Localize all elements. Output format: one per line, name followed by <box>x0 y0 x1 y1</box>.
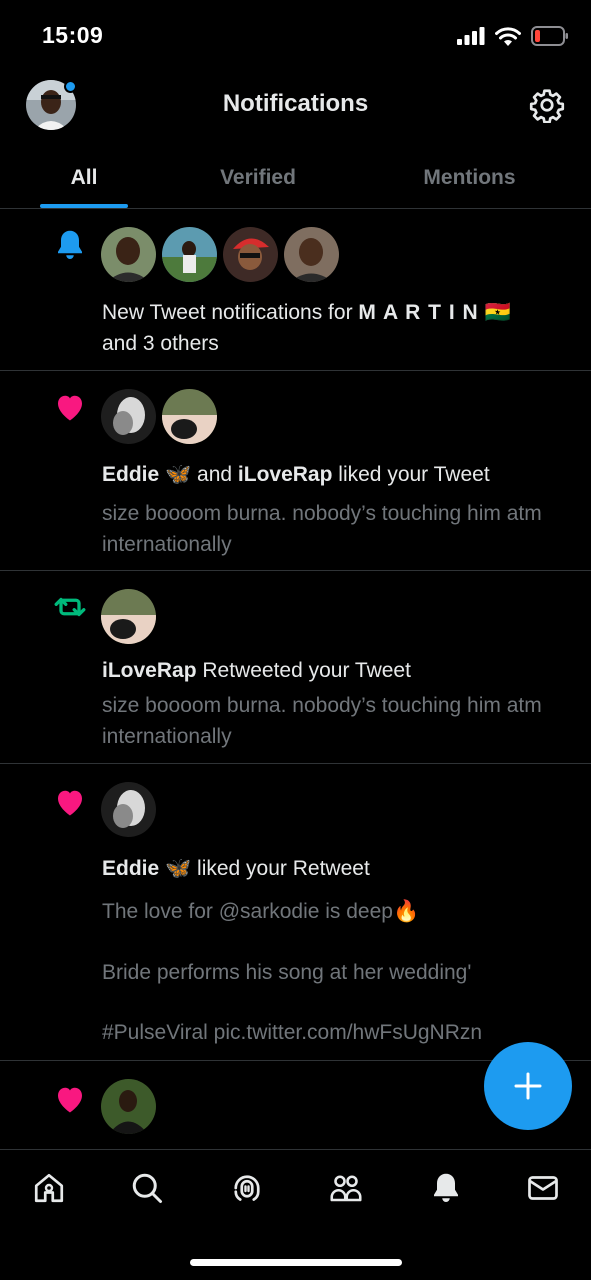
compose-tweet-button[interactable] <box>484 1042 572 1130</box>
bell-icon <box>58 230 82 259</box>
avatar[interactable] <box>162 227 217 282</box>
avatar-group <box>101 227 339 282</box>
tab-all[interactable]: All <box>0 148 168 208</box>
nav-communities[interactable] <box>326 1168 366 1208</box>
retweet-icon <box>54 597 86 617</box>
notification-item[interactable]: iLoveRap Retweeted your Tweet size boooo… <box>0 571 591 764</box>
joiner-text: and <box>197 463 233 486</box>
avatar[interactable] <box>101 782 156 837</box>
user-name[interactable]: Eddie <box>102 857 159 880</box>
notification-item[interactable]: Eddie 🦋 liked your Retweet The love for … <box>0 764 591 1061</box>
wifi-icon <box>495 26 521 46</box>
tab-active-indicator <box>40 204 128 208</box>
bell-icon <box>434 1173 458 1202</box>
home-icon <box>34 1173 64 1203</box>
action-text: Retweeted your Tweet <box>202 659 411 682</box>
status-time: 15:09 <box>42 22 104 48</box>
search-icon <box>132 1173 162 1203</box>
tweet-text-line: The love for @sarkodie is deep🔥 <box>102 900 420 923</box>
tweet-text: size boooom burna. nobody’s touching him… <box>102 694 542 748</box>
notification-item[interactable]: Eddie 🦋 and iLoveRap liked your Tweet si… <box>0 371 591 571</box>
avatar[interactable] <box>101 589 156 644</box>
heart-icon <box>58 395 82 421</box>
nav-home[interactable] <box>29 1168 69 1208</box>
user-name[interactable]: M A R T I N <box>358 301 478 324</box>
butterfly-emoji: 🦋 <box>165 463 192 486</box>
communities-icon <box>330 1175 362 1202</box>
notification-text: iLoveRap Retweeted your Tweet <box>102 655 562 686</box>
action-text: liked your Tweet <box>338 463 490 486</box>
tab-verified-label: Verified <box>220 166 296 189</box>
user-name[interactable]: Eddie <box>102 463 159 486</box>
tab-all-label: All <box>70 166 98 189</box>
tweet-text: size boooom burna. nobody’s touching him… <box>102 502 542 556</box>
avatar-group <box>101 389 217 444</box>
battery-icon <box>531 26 568 46</box>
avatar[interactable] <box>101 227 156 282</box>
home-indicator[interactable] <box>190 1259 402 1266</box>
tab-verified[interactable]: Verified <box>168 148 348 208</box>
status-bar: 15:09 <box>0 0 591 70</box>
user-name[interactable]: iLoveRap <box>102 659 197 682</box>
page-title: Notifications <box>222 90 369 117</box>
notification-text: New Tweet notifications for M A R T I N … <box>102 297 562 359</box>
flag-emoji: 🇬🇭 <box>484 301 511 324</box>
tab-bar: All Verified Mentions <box>0 148 591 209</box>
plus-icon <box>514 1072 542 1100</box>
nav-notifications[interactable] <box>426 1168 466 1208</box>
avatar[interactable] <box>223 227 278 282</box>
heart-icon <box>58 1087 82 1113</box>
tab-mentions[interactable]: Mentions <box>348 148 591 208</box>
heart-icon <box>58 790 82 816</box>
action-text: liked your Retweet <box>197 857 370 880</box>
notification-text: Eddie 🦋 and iLoveRap liked your Tweet <box>102 459 562 490</box>
avatar[interactable] <box>101 1079 156 1134</box>
tweet-text-line: Bride performs his song at her wedding' <box>102 961 472 984</box>
avatar-group <box>101 1079 156 1134</box>
user-name[interactable]: iLoveRap <box>238 463 333 486</box>
tweet-text-line: #PulseViral pic.twitter.com/hwFsUgNRzn <box>102 1021 483 1044</box>
avatar[interactable] <box>101 389 156 444</box>
notification-suffix: and 3 others <box>102 332 219 355</box>
notification-text: Eddie 🦋 liked your Retweet <box>102 853 562 884</box>
signal-icon <box>457 27 485 45</box>
avatar[interactable] <box>284 227 339 282</box>
header: Notifications <box>0 70 591 140</box>
notifications-feed: New Tweet notifications for M A R T I N … <box>0 209 591 1149</box>
tab-mentions-label: Mentions <box>423 166 516 189</box>
nav-messages[interactable] <box>523 1168 563 1208</box>
settings-gear-icon[interactable] <box>529 87 565 123</box>
avatar[interactable] <box>162 389 217 444</box>
nav-spaces[interactable] <box>227 1168 267 1208</box>
avatar-group <box>101 589 156 644</box>
spaces-icon <box>234 1175 260 1201</box>
avatar-group <box>101 782 156 837</box>
notification-item[interactable]: New Tweet notifications for M A R T I N … <box>0 209 591 371</box>
status-icons <box>457 26 569 46</box>
notification-prefix: New Tweet notifications for <box>102 301 359 324</box>
mail-icon <box>528 1176 558 1200</box>
nav-search[interactable] <box>127 1168 167 1208</box>
butterfly-emoji: 🦋 <box>165 857 192 880</box>
